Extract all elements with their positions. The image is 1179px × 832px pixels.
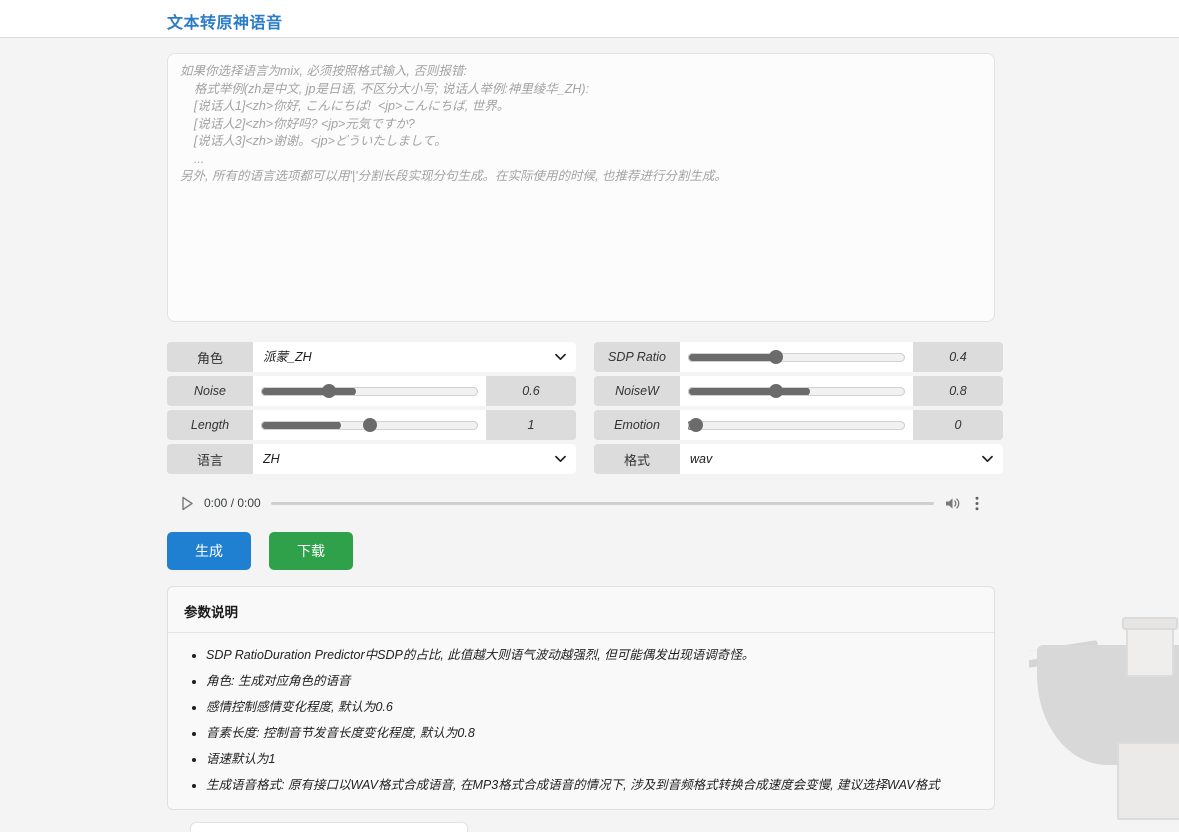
controls-grid: 角色 派蒙_ZH SDP Ratio 0.4 Noise 0.6 NoiseW … (167, 342, 1003, 474)
length-label: Length (167, 410, 253, 440)
decorative-watermark-image (1029, 617, 1179, 832)
speaker-input-group: 角色 派蒙_ZH (167, 342, 576, 372)
top-header-bar: 文本转原神语音 (0, 0, 1179, 38)
noise-field (253, 376, 486, 406)
list-item: 角色: 生成对应角色的语音 (206, 673, 978, 689)
speaker-select[interactable]: 派蒙_ZH (261, 342, 568, 372)
noisew-value: 0.8 (913, 376, 1003, 406)
format-input-group: 格式 wav (594, 444, 1003, 474)
noisew-field (680, 376, 913, 406)
watermark-handle-shape (1029, 640, 1100, 671)
emotion-field (680, 410, 913, 440)
format-field: wav (680, 444, 1003, 474)
watermark-bowl-shape (1037, 645, 1179, 765)
emotion-slider[interactable] (688, 419, 905, 431)
more-options-icon[interactable] (971, 496, 981, 511)
watermark-card-shape (1117, 742, 1179, 820)
list-item: 生成语音格式: 原有接口以WAV格式合成语音, 在MP3格式合成语音的情况下, … (206, 777, 978, 793)
speaker-label: 角色 (167, 342, 253, 372)
format-control-cell: 格式 wav (585, 444, 1003, 474)
noise-input-group: Noise 0.6 (167, 376, 576, 406)
play-icon[interactable] (181, 496, 194, 511)
noisew-slider[interactable] (688, 385, 905, 397)
panel-body: SDP RatioDuration Predictor中SDP的占比, 此值越大… (168, 633, 994, 809)
emotion-value: 0 (913, 410, 1003, 440)
length-value: 1 (486, 410, 576, 440)
action-buttons: 生成 下载 (167, 532, 995, 570)
emotion-slider-track (688, 419, 905, 431)
sdp-ratio-slider[interactable] (688, 351, 905, 363)
format-select[interactable]: wav (688, 444, 995, 474)
language-control-cell: 语言 ZH (167, 444, 585, 474)
noisew-slider-track (688, 385, 905, 397)
length-slider[interactable] (261, 419, 478, 431)
parameter-list: SDP RatioDuration Predictor中SDP的占比, 此值越大… (184, 647, 978, 793)
sdp-ratio-value: 0.4 (913, 342, 1003, 372)
watermark-jar-lid-shape (1122, 617, 1178, 630)
volume-icon[interactable] (944, 496, 961, 511)
generate-button[interactable]: 生成 (167, 532, 251, 570)
noise-value: 0.6 (486, 376, 576, 406)
list-item: 音素长度: 控制音节发音长度变化程度, 默认为0.8 (206, 725, 978, 741)
audio-time-display: 0:00 / 0:00 (204, 496, 261, 510)
emotion-label: Emotion (594, 410, 680, 440)
emotion-input-group: Emotion 0 (594, 410, 1003, 440)
panel-heading: 参数说明 (168, 587, 994, 633)
download-button[interactable]: 下载 (269, 532, 353, 570)
noisew-control-cell: NoiseW 0.8 (585, 376, 1003, 406)
length-field (253, 410, 486, 440)
watermark-jar-shape (1126, 625, 1174, 677)
noise-control-cell: Noise 0.6 (167, 376, 585, 406)
list-item: 感情控制感情变化程度, 默认为0.6 (206, 699, 978, 715)
parameter-info-panel: 参数说明 SDP RatioDuration Predictor中SDP的占比,… (167, 586, 995, 810)
speaker-field: 派蒙_ZH (253, 342, 576, 372)
noisew-label: NoiseW (594, 376, 680, 406)
emotion-control-cell: Emotion 0 (585, 410, 1003, 440)
page-title: 文本转原神语音 (167, 15, 283, 32)
language-select[interactable]: ZH (261, 444, 568, 474)
sdp-ratio-control-cell: SDP Ratio 0.4 (585, 342, 1003, 372)
length-control-cell: Length 1 (167, 410, 585, 440)
noise-label: Noise (167, 376, 253, 406)
list-item: SDP RatioDuration Predictor中SDP的占比, 此值越大… (206, 647, 978, 663)
text-input[interactable] (167, 53, 995, 322)
main-content: 角色 派蒙_ZH (167, 53, 1003, 810)
length-input-group: Length 1 (167, 410, 576, 440)
format-label: 格式 (594, 444, 680, 474)
language-input-group: 语言 ZH (167, 444, 576, 474)
sdp-ratio-field (680, 342, 913, 372)
page-body: 角色 派蒙_ZH (0, 39, 1179, 832)
sdp-ratio-label: SDP Ratio (594, 342, 680, 372)
noise-slider[interactable] (261, 385, 478, 397)
length-slider-track (261, 419, 478, 431)
sdp-ratio-input-group: SDP Ratio 0.4 (594, 342, 1003, 372)
speaker-control-cell: 角色 派蒙_ZH (167, 342, 585, 372)
language-field: ZH (253, 444, 576, 474)
audio-player: 0:00 / 0:00 (167, 488, 995, 518)
bottom-cutoff-element (190, 822, 468, 832)
noisew-input-group: NoiseW 0.8 (594, 376, 1003, 406)
noise-slider-track (261, 385, 478, 397)
watermark-handle-hole-shape (1029, 648, 1050, 661)
sdp-ratio-slider-track (688, 351, 905, 363)
list-item: 语速默认为1 (206, 751, 978, 767)
language-label: 语言 (167, 444, 253, 474)
audio-progress-bar[interactable] (270, 501, 934, 505)
text-input-container (167, 53, 995, 327)
